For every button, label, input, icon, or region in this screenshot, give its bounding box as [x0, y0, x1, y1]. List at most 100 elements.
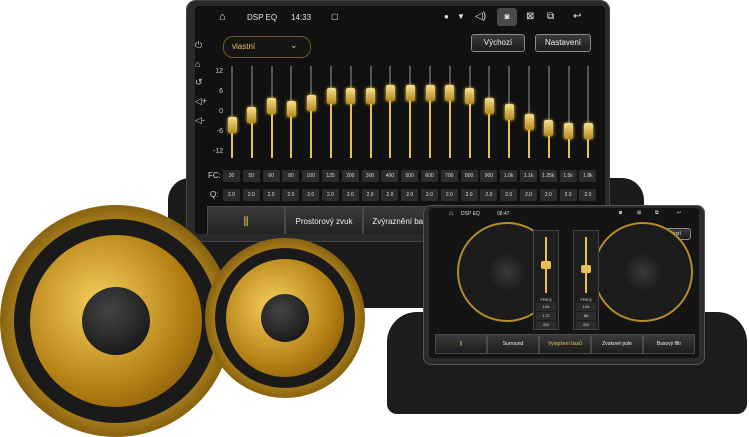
chevron-down-icon: ⌄: [290, 40, 298, 50]
q-value[interactable]: 2.0: [500, 189, 518, 201]
q-value[interactable]: 2.0: [579, 189, 597, 201]
q-value[interactable]: 2.0: [262, 189, 280, 201]
home-icon[interactable]: ⌂: [449, 210, 453, 217]
fc-value[interactable]: 125: [322, 170, 339, 182]
q-value[interactable]: 2.0: [559, 189, 577, 201]
tab-surround-small[interactable]: Surround: [487, 334, 539, 354]
eq-band-knob[interactable]: [484, 97, 494, 114]
volume-icon[interactable]: ◁): [475, 11, 486, 22]
clock-small: 08:47: [497, 211, 510, 217]
fc-value[interactable]: 200: [341, 170, 359, 182]
q-value[interactable]: 2.0: [242, 189, 260, 201]
freq-knob-right[interactable]: [581, 265, 591, 273]
q-value[interactable]: 2.0: [302, 189, 320, 201]
eq-band-knob[interactable]: [326, 88, 336, 105]
tab-sound-field[interactable]: Zvukové pole: [591, 334, 643, 354]
q-value[interactable]: 2.0: [381, 189, 399, 201]
eq-band-knob[interactable]: [247, 107, 257, 124]
default-button[interactable]: Výchozí: [471, 34, 525, 52]
eq-band-knob[interactable]: [544, 119, 554, 136]
eq-band-fill: [369, 96, 372, 158]
tab-surround[interactable]: Prostorový zvuk: [285, 206, 363, 234]
q-value[interactable]: 2.0: [539, 189, 557, 201]
eq-band-knob[interactable]: [346, 88, 356, 105]
q-value[interactable]: 2.0: [401, 189, 419, 201]
fc-value[interactable]: 700: [440, 170, 458, 182]
eq-band-fill: [448, 93, 451, 158]
q-value[interactable]: 2.0: [440, 189, 458, 201]
settings-button[interactable]: Nastavení: [535, 34, 591, 52]
back-side-icon[interactable]: ↺: [195, 77, 209, 88]
fc-value[interactable]: 400: [381, 170, 399, 182]
eq-band-knob[interactable]: [267, 97, 277, 114]
back-icon[interactable]: ↩: [677, 210, 681, 216]
eq-band-knob[interactable]: [583, 123, 593, 139]
fc-value[interactable]: 900: [480, 170, 498, 182]
eq-band-fill: [389, 93, 392, 158]
eq-band-knob[interactable]: [385, 85, 395, 101]
y-tick: 12: [215, 68, 223, 75]
fc-value[interactable]: 30: [223, 170, 240, 182]
app-title-small: DSP EQ: [461, 211, 480, 217]
q-value[interactable]: 2.0: [421, 189, 438, 201]
fc-value[interactable]: 1.1k: [520, 170, 537, 182]
camera-icon[interactable]: ◙: [619, 210, 622, 216]
eq-icon: ⫼: [459, 341, 463, 347]
eq-band-fill: [349, 96, 352, 158]
eq-band-knob[interactable]: [445, 85, 455, 101]
fc-value[interactable]: 80: [282, 170, 300, 182]
fc-value[interactable]: 60: [262, 170, 280, 182]
eq-band-knob[interactable]: [227, 116, 237, 133]
side-controls: ⏻ ⌂ ↺ ◁+ ◁-: [195, 30, 209, 180]
camera-icon[interactable]: ◙: [497, 8, 517, 26]
wifi-icon: ▼: [457, 12, 465, 21]
eq-band-knob[interactable]: [465, 88, 475, 105]
window-icon[interactable]: ⧉: [655, 210, 659, 216]
q-value[interactable]: 2.0: [322, 189, 339, 201]
tab-eq-small[interactable]: ⫼: [435, 334, 487, 354]
eq-band-knob[interactable]: [504, 104, 514, 120]
power-icon[interactable]: ⏻: [195, 40, 209, 51]
tab-bass-filter[interactable]: Basový filtr: [643, 334, 695, 354]
eq-band-knob[interactable]: [405, 85, 415, 101]
eq-band-knob[interactable]: [425, 85, 435, 101]
q-value[interactable]: 2.0: [341, 189, 359, 201]
fc-value[interactable]: 300: [361, 170, 379, 182]
fc-value[interactable]: 1.25k: [539, 170, 557, 182]
q-value[interactable]: 2.0: [223, 189, 240, 201]
eq-band-knob[interactable]: [286, 100, 296, 117]
q-value[interactable]: 2.0: [460, 189, 478, 201]
fc-value[interactable]: 1.8k: [579, 170, 597, 182]
back-icon[interactable]: ↩: [573, 11, 581, 22]
home-side-icon[interactable]: ⌂: [195, 59, 209, 69]
fc-value[interactable]: 100: [302, 170, 320, 182]
eq-band-knob[interactable]: [306, 94, 316, 111]
close-icon[interactable]: ⊠: [637, 210, 641, 216]
freq-panel-left: FREQ 104 172 310: [533, 230, 559, 330]
eq-band-fill: [310, 102, 313, 158]
q-row: 2.0 2.0 2.0 2.0 2.0 2.0 2.0 2.0 2.0 2.0 2.0 2.0 2.0 2…: [223, 189, 605, 201]
window-icon[interactable]: ⧉: [547, 11, 554, 22]
q-value[interactable]: 2.0: [361, 189, 379, 201]
freq-knob-left[interactable]: [541, 261, 551, 269]
dsp-eq-screen: ⌂ DSP EQ 14:33 ▢ ● ▼ ◁) ◙ ⊠ ⧉ ↩ ⏻ ⌂ ↺ ◁+…: [195, 6, 605, 234]
fc-value[interactable]: 800: [460, 170, 478, 182]
eq-band-knob[interactable]: [564, 123, 574, 139]
tab-bass-enhance[interactable]: Vylepšení basů: [539, 334, 591, 354]
fc-value[interactable]: 50: [242, 170, 260, 182]
close-icon[interactable]: ⊠: [526, 11, 534, 22]
eq-band-knob[interactable]: [366, 88, 376, 105]
home-icon[interactable]: ⌂: [219, 11, 226, 23]
fc-value[interactable]: 600: [421, 170, 438, 182]
q-value[interactable]: 2.0: [282, 189, 300, 201]
fc-value[interactable]: 1.5k: [559, 170, 577, 182]
q-value[interactable]: 2.0: [520, 189, 537, 201]
volume-down-icon[interactable]: ◁-: [195, 115, 209, 126]
volume-up-icon[interactable]: ◁+: [195, 96, 209, 107]
eq-band-knob[interactable]: [524, 113, 534, 130]
status-bar: ⌂ DSP EQ 14:33 ▢ ● ▼ ◁) ◙ ⊠ ⧉ ↩: [195, 6, 605, 28]
fc-value[interactable]: 500: [401, 170, 419, 182]
fc-value[interactable]: 1.0k: [500, 170, 518, 182]
preset-dropdown[interactable]: vlastní ⌄: [223, 36, 311, 58]
q-value[interactable]: 2.0: [480, 189, 498, 201]
